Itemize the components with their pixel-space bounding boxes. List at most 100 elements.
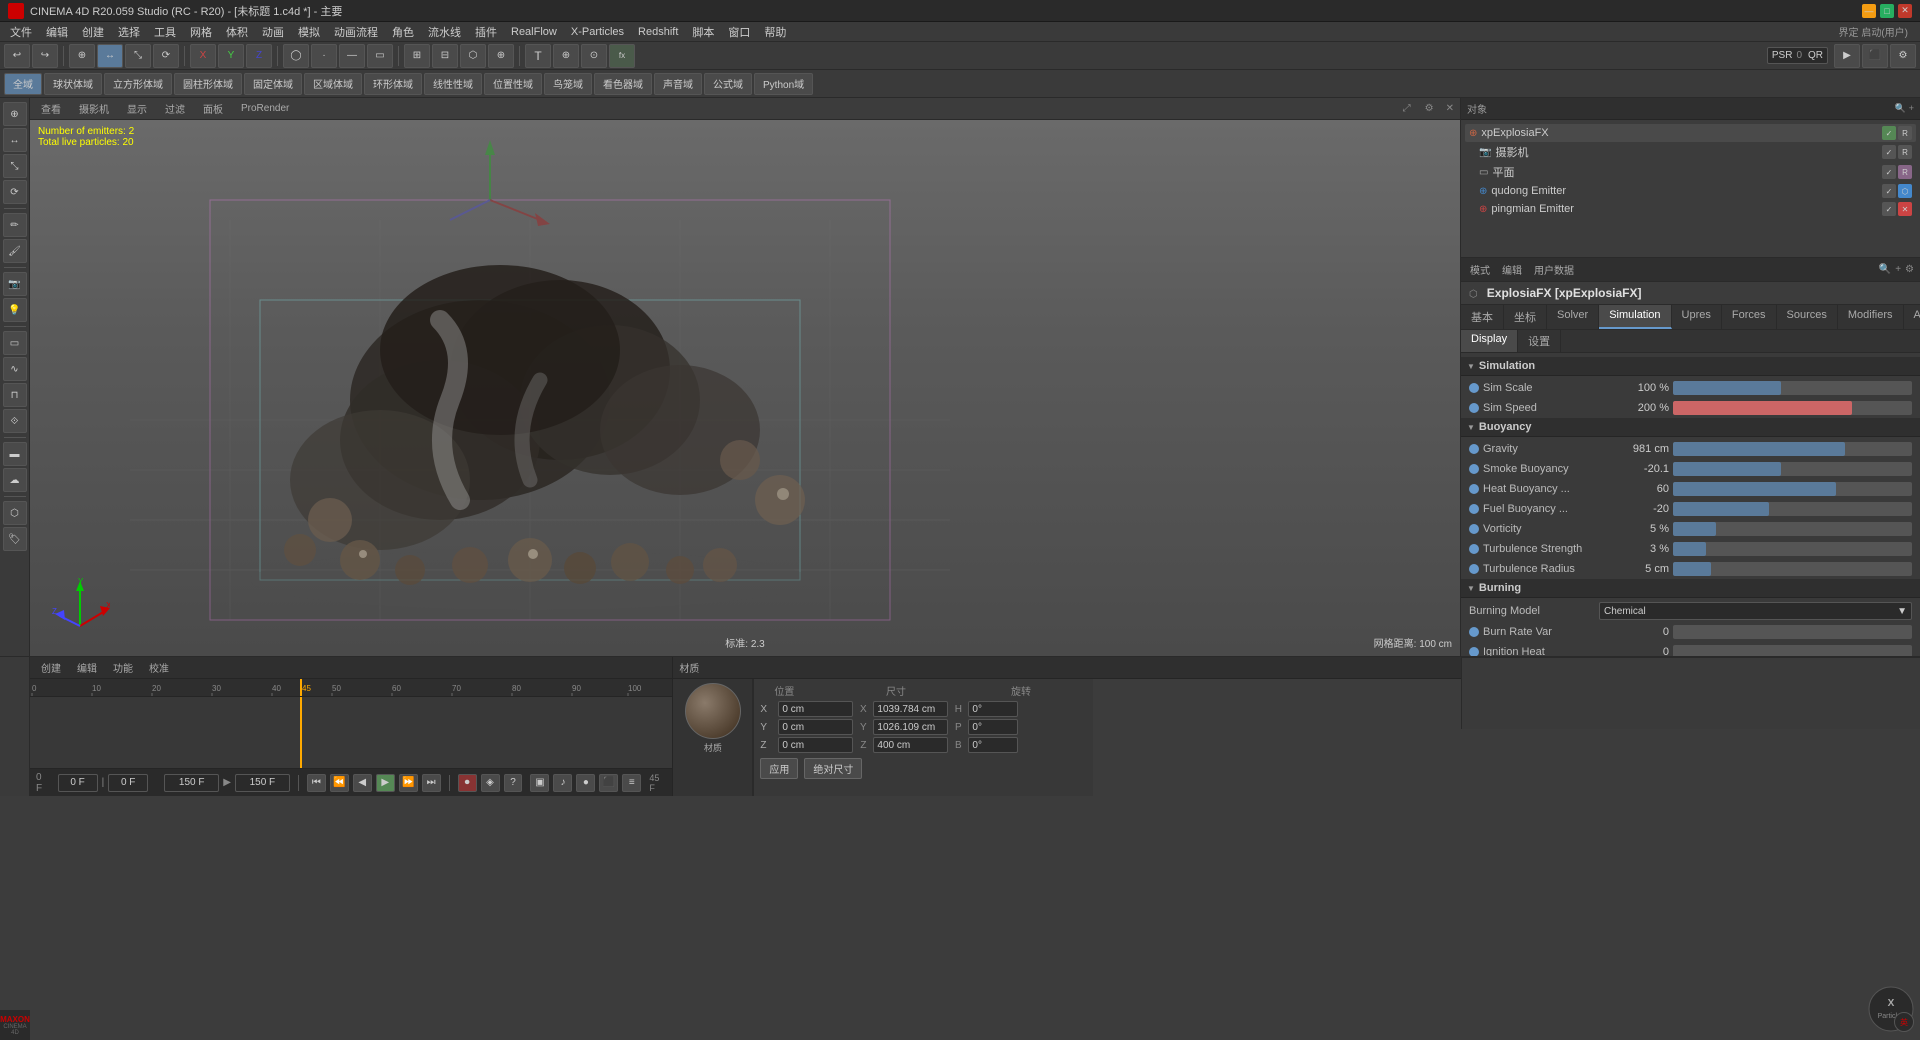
vorticity-radio[interactable] <box>1469 524 1479 534</box>
render-settings-button[interactable]: ⚙ <box>1890 44 1916 68</box>
smoke-buoyancy-slider[interactable] <box>1673 462 1912 476</box>
gravity-radio[interactable] <box>1469 444 1479 454</box>
menu-xparticles[interactable]: X-Particles <box>565 24 630 40</box>
vt-view[interactable]: 查看 <box>36 100 66 117</box>
play-back-button[interactable]: ◀ <box>353 774 372 792</box>
tb-btn-7[interactable]: ⬡ <box>460 44 486 68</box>
b-rot-input[interactable] <box>968 737 1018 753</box>
scene-obj-xpexplosiafx[interactable]: ⊕ xpExplosiaFX ✓ R <box>1465 124 1916 142</box>
scene-search-icon[interactable]: 🔍 <box>1895 103 1906 114</box>
viewport-close[interactable]: ✕ <box>1446 103 1454 114</box>
qudong-render[interactable]: ⬡ <box>1898 184 1912 198</box>
menu-plugin[interactable]: 插件 <box>469 22 503 42</box>
ignition-heat-radio[interactable] <box>1469 647 1479 656</box>
tb-btn-5[interactable]: ⊞ <box>404 44 430 68</box>
mode-btn-sphere[interactable]: 球状体域 <box>44 73 102 95</box>
props-mode-btn[interactable]: 模式 <box>1467 261 1493 278</box>
lt-deform[interactable]: ⟐ <box>3 409 27 433</box>
point-mode-button[interactable]: · <box>311 44 337 68</box>
h-rot-input[interactable] <box>968 701 1018 717</box>
menu-help[interactable]: 帮助 <box>758 22 792 42</box>
mode-btn-torus[interactable]: 环形体域 <box>364 73 422 95</box>
lt-spline[interactable]: ∿ <box>3 357 27 381</box>
vt-display[interactable]: 显示 <box>122 100 152 117</box>
menu-script[interactable]: 脚本 <box>686 22 720 42</box>
mode-btn-global[interactable]: 全域 <box>4 73 42 95</box>
menu-tools[interactable]: 工具 <box>148 22 182 42</box>
section-burning[interactable]: ▼ Burning <box>1461 579 1920 598</box>
heat-buoyancy-radio[interactable] <box>1469 484 1479 494</box>
current-frame-input[interactable] <box>108 774 148 792</box>
lt-scale[interactable]: ⤡ <box>3 154 27 178</box>
menu-mograph[interactable]: 动画流程 <box>328 22 384 42</box>
menu-volume[interactable]: 体积 <box>220 22 254 42</box>
tb-btn-fx[interactable]: fx <box>609 44 635 68</box>
lt-select[interactable]: ⊕ <box>3 102 27 126</box>
heat-buoyancy-slider[interactable] <box>1673 482 1912 496</box>
props-settings-icon[interactable]: ⚙ <box>1905 264 1914 275</box>
lt-camera[interactable]: 📷 <box>3 272 27 296</box>
go-first-button[interactable]: ⏮ <box>307 774 326 792</box>
props-edit-btn[interactable]: 编辑 <box>1499 261 1525 278</box>
turbulence-radius-radio[interactable] <box>1469 564 1479 574</box>
tab-upres[interactable]: Upres <box>1672 305 1722 329</box>
record-all-button[interactable]: ● <box>576 774 595 792</box>
qudong-visible[interactable]: ✓ <box>1882 184 1896 198</box>
timeline-settings-button[interactable]: ? <box>504 774 523 792</box>
sound-button[interactable]: ♪ <box>553 774 572 792</box>
tb-btn-8[interactable]: ⊕ <box>488 44 514 68</box>
x-pos-input[interactable] <box>778 701 853 717</box>
mode-btn-sound[interactable]: 声音域 <box>654 73 702 95</box>
mode-btn-linear[interactable]: 线性性域 <box>424 73 482 95</box>
y-axis-button[interactable]: Y <box>218 44 244 68</box>
scene-add-icon[interactable]: + <box>1909 103 1914 114</box>
go-next-button[interactable]: ⏩ <box>399 774 418 792</box>
tab-forces[interactable]: Forces <box>1722 305 1777 329</box>
scene-obj-pingmian[interactable]: ⊕ pingmian Emitter ✓ ✕ <box>1465 200 1916 218</box>
camera-render[interactable]: R <box>1898 145 1912 159</box>
viewport[interactable]: Y X Z Number of emitters: 2 Total live p… <box>30 120 1460 656</box>
sim-speed-slider[interactable] <box>1673 401 1912 415</box>
render-preview-button[interactable]: ▶ <box>1834 44 1860 68</box>
mode-btn-solid[interactable]: 固定体域 <box>244 73 302 95</box>
tb-btn-9[interactable]: T <box>525 44 551 68</box>
go-prev-button[interactable]: ⏪ <box>330 774 349 792</box>
live-selection-button[interactable]: ⊕ <box>69 44 95 68</box>
mode-btn-cube[interactable]: 立方形体域 <box>104 73 172 95</box>
z-axis-button[interactable]: Z <box>246 44 272 68</box>
reset-btn[interactable]: 绝对尺寸 <box>804 758 862 779</box>
record-keyframe-button[interactable]: ◈ <box>481 774 500 792</box>
plane-render[interactable]: R <box>1898 165 1912 179</box>
lt-pen[interactable]: ✏ <box>3 213 27 237</box>
tab-modifiers[interactable]: Modifiers <box>1838 305 1904 329</box>
tab-basic[interactable]: 基本 <box>1461 305 1504 329</box>
motion-clip-button[interactable]: ▣ <box>530 774 549 792</box>
viewport-expand[interactable]: ⤢ <box>1403 103 1411 114</box>
minimize-button[interactable]: — <box>1862 4 1876 18</box>
btb-create[interactable]: 创建 <box>36 659 66 676</box>
end-frame2-input[interactable] <box>235 774 290 792</box>
menu-file[interactable]: 文件 <box>4 22 38 42</box>
mode-btn-region[interactable]: 区域体域 <box>304 73 362 95</box>
burn-rate-var-slider[interactable] <box>1673 625 1912 639</box>
plane-visible[interactable]: ✓ <box>1882 165 1896 179</box>
vt-camera[interactable]: 摄影机 <box>74 100 114 117</box>
lt-material[interactable]: ⬡ <box>3 501 27 525</box>
sim-speed-radio[interactable] <box>1469 403 1479 413</box>
menu-edit[interactable]: 编辑 <box>40 22 74 42</box>
tb-btn-11[interactable]: ⊙ <box>581 44 607 68</box>
props-userdata-btn[interactable]: 用户数据 <box>1531 261 1577 278</box>
scene-obj-camera[interactable]: 📷 摄影机 ✓ R <box>1465 142 1916 162</box>
sim-scale-radio[interactable] <box>1469 383 1479 393</box>
start-frame-input[interactable] <box>58 774 98 792</box>
xpexplosiafx-render[interactable]: R <box>1898 126 1912 140</box>
poly-mode-button[interactable]: ▭ <box>367 44 393 68</box>
props-search-icon[interactable]: 🔍 <box>1879 264 1891 275</box>
render-anim-button[interactable]: ⬛ <box>599 774 618 792</box>
menu-create[interactable]: 创建 <box>76 22 110 42</box>
lt-sky[interactable]: ☁ <box>3 468 27 492</box>
vt-filter[interactable]: 过滤 <box>160 100 190 117</box>
btb-calibrate[interactable]: 校准 <box>144 659 174 676</box>
edge-mode-button[interactable]: — <box>339 44 365 68</box>
tb-btn-6[interactable]: ⊟ <box>432 44 458 68</box>
